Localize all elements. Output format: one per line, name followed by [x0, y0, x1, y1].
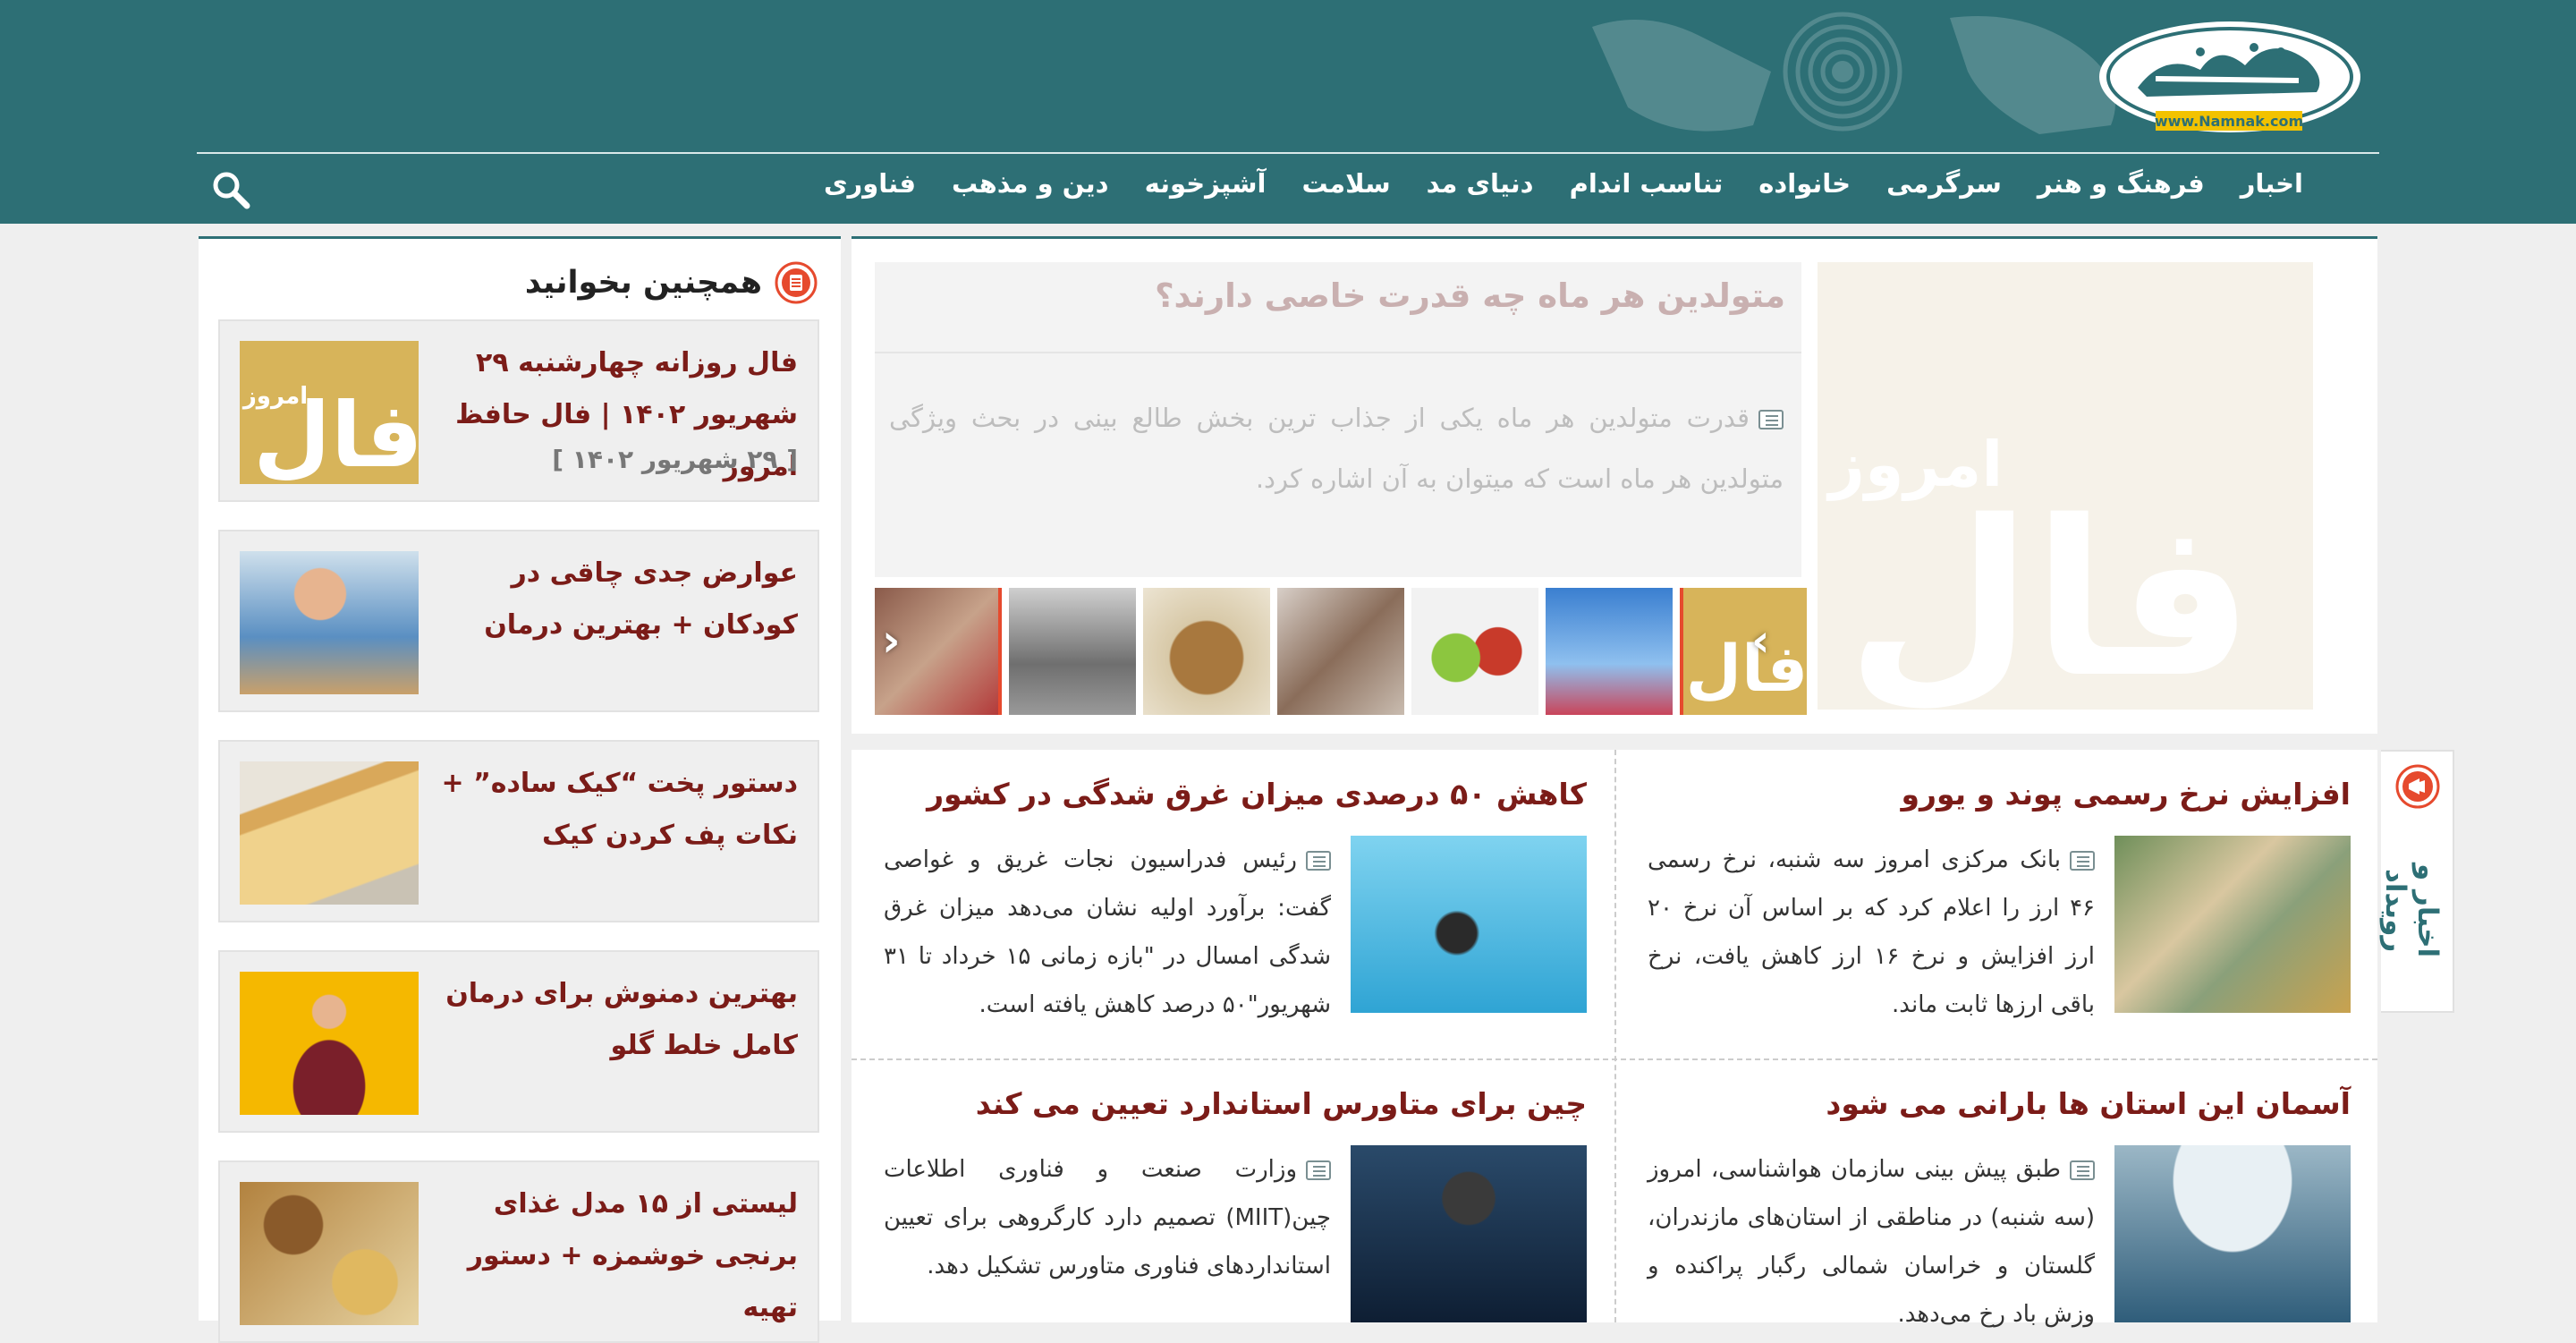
- news-image-banknotes[interactable]: [2114, 836, 2351, 1013]
- svg-text:www.Namnak.com: www.Namnak.com: [2155, 113, 2303, 130]
- news-card: کاهش ۵۰ درصدی میزان غرق شدگی در کشور رئی…: [853, 750, 1587, 1054]
- nav-item-entertainment[interactable]: سرگرمی: [1886, 168, 2002, 199]
- list-icon: [775, 261, 818, 304]
- nav-item-fashion[interactable]: دنیای مد: [1427, 168, 1534, 199]
- news-grid: افزایش نرخ رسمی پوند و یورو بانک مرکزی ا…: [852, 750, 2377, 1328]
- sidebar-item[interactable]: لیستی از ۱۵ مدل غذای برنجی خوشمزه + دستو…: [218, 1160, 819, 1343]
- featured-slider: فال امروز متولدین هر ماه چه قدرت خاصی دا…: [852, 236, 2377, 734]
- news-events-label: اخبار و رویداد: [2379, 863, 2444, 958]
- thumbnail-bread[interactable]: [1143, 588, 1270, 715]
- nav-item-kitchen[interactable]: آشپزخونه: [1145, 168, 1267, 199]
- news-summary: بانک مرکزی امروز سه شنبه، نرخ رسمی ۴۶ ار…: [1648, 836, 2095, 1029]
- sidebar-item-image-fal[interactable]: فال امروز: [240, 341, 419, 484]
- document-icon: [1306, 1160, 1331, 1180]
- slider-next-arrow[interactable]: ›: [1751, 615, 1770, 667]
- news-card: چین برای متاورس استاندارد تعیین می کند و…: [853, 1059, 1587, 1322]
- nav-item-technology[interactable]: فناوری: [824, 168, 916, 199]
- sidebar-item-image-man-throat[interactable]: [240, 972, 419, 1115]
- site-logo[interactable]: www.Namnak.com: [2093, 16, 2367, 141]
- related-sidebar: همچنین بخوانید فال امروز فال روزانه چهار…: [199, 236, 841, 1343]
- news-card: آسمان این استان ها بارانی می شود طبق پیش…: [1617, 1059, 2351, 1328]
- news-card: افزایش نرخ رسمی پوند و یورو بانک مرکزی ا…: [1617, 750, 2351, 1054]
- megaphone-icon: [2395, 764, 2440, 809]
- document-icon: [2070, 1160, 2095, 1180]
- sidebar-item-title[interactable]: عوارض جدی چاقی در کودکان + بهترین درمان: [431, 548, 798, 651]
- sidebar-item[interactable]: فال امروز فال روزانه چهارشنبه ۲۹ شهریور …: [218, 319, 819, 502]
- news-events-tab[interactable]: اخبار و رویداد: [2379, 750, 2454, 1013]
- document-icon: [1306, 850, 1331, 871]
- news-summary: طبق پیش بینی سازمان هواشناسی، امروز (سه …: [1648, 1145, 2095, 1339]
- featured-title[interactable]: متولدین هر ماه چه قدرت خاصی دارند؟: [900, 276, 1785, 315]
- featured-separator: [875, 352, 1801, 353]
- svg-text:امروز: امروز: [242, 383, 308, 410]
- svg-text:امروز: امروز: [1826, 428, 2004, 501]
- news-title[interactable]: آسمان این استان ها بارانی می شود: [1635, 1086, 2351, 1121]
- news-summary-text: بانک مرکزی امروز سه شنبه، نرخ رسمی ۴۶ ار…: [1648, 846, 2095, 1018]
- news-title[interactable]: چین برای متاورس استاندارد تعیین می کند: [871, 1086, 1587, 1121]
- document-icon: [2070, 850, 2095, 871]
- thumbnail-woman-eyes[interactable]: [1277, 588, 1404, 715]
- thumbnail-fal-graphic: فال: [1686, 631, 1807, 706]
- news-image-drowning[interactable]: [1351, 836, 1587, 1013]
- sidebar-header: همچنین بخوانید: [525, 260, 818, 305]
- sidebar-item[interactable]: دستور پخت “کیک ساده” + نکات پف کردن کیک: [218, 740, 819, 922]
- site-header: www.Namnak.com اخبار فرهنگ و هنر سرگرمی …: [0, 0, 2576, 224]
- sidebar-item-title[interactable]: بهترین دمنوش برای درمان کامل خلط گلو: [431, 968, 798, 1072]
- search-icon[interactable]: [209, 168, 252, 211]
- news-summary-text: وزارت صنعت و فناوری اطلاعات چین(MIIT) تص…: [884, 1156, 1331, 1279]
- featured-description: قدرت متولدین هر ماه یکی از جذاب ترین بخش…: [889, 387, 1784, 509]
- news-summary: وزارت صنعت و فناوری اطلاعات چین(MIIT) تص…: [884, 1145, 1331, 1290]
- sidebar-item[interactable]: عوارض جدی چاقی در کودکان + بهترین درمان: [218, 530, 819, 712]
- thumbnail-apples[interactable]: [1411, 588, 1538, 715]
- sidebar-item-title[interactable]: لیستی از ۱۵ مدل غذای برنجی خوشمزه + دستو…: [431, 1178, 798, 1334]
- sidebar-item-date: [ ۲۹ شهریور ۱۴۰۲ ]: [552, 445, 798, 474]
- svg-text:فال: فال: [1846, 474, 2254, 710]
- nav-item-fitness[interactable]: تناسب اندام: [1570, 168, 1724, 199]
- news-image-umbrella[interactable]: [2114, 1145, 2351, 1322]
- document-icon: [1758, 410, 1784, 429]
- thumbnail-happy-woman[interactable]: [1546, 588, 1673, 715]
- thumbnail-old-photo[interactable]: [1009, 588, 1136, 715]
- header-divider: [197, 152, 2379, 154]
- news-title[interactable]: کاهش ۵۰ درصدی میزان غرق شدگی در کشور: [871, 777, 1587, 812]
- featured-image[interactable]: فال امروز: [1818, 262, 2313, 710]
- nav-item-health[interactable]: سلامت: [1301, 168, 1390, 199]
- thumbnail-fal[interactable]: فال: [1680, 588, 1807, 715]
- sidebar-item-image-cake[interactable]: [240, 761, 419, 905]
- news-summary: رئیس فدراسیون نجات غریق و غواصی گفت: برآ…: [884, 836, 1331, 1029]
- news-summary-text: طبق پیش بینی سازمان هواشناسی، امروز (سه …: [1648, 1156, 2095, 1328]
- news-vertical-divider: [1614, 750, 1616, 1322]
- news-summary-text: رئیس فدراسیون نجات غریق و غواصی گفت: برآ…: [884, 846, 1332, 1018]
- slider-thumbnails: فال: [875, 588, 1807, 715]
- globe-decoration: [1592, 12, 2115, 134]
- sidebar-item[interactable]: بهترین دمنوش برای درمان کامل خلط گلو: [218, 950, 819, 1133]
- sidebar-item-image-rice-dishes[interactable]: [240, 1182, 419, 1325]
- sidebar-item-image-child[interactable]: [240, 551, 419, 694]
- nav-item-culture-art[interactable]: فرهنگ و هنر: [2038, 168, 2205, 199]
- sidebar-title: همچنین بخوانید: [524, 265, 762, 301]
- news-title[interactable]: افزایش نرخ رسمی پوند و یورو: [1635, 777, 2351, 812]
- main-nav: اخبار فرهنگ و هنر سرگرمی خانواده تناسب ا…: [824, 168, 2303, 199]
- slider-prev-arrow[interactable]: ‹: [882, 615, 901, 667]
- featured-description-text: قدرت متولدین هر ماه یکی از جذاب ترین بخش…: [889, 403, 1784, 494]
- nav-item-news[interactable]: اخبار: [2241, 168, 2303, 199]
- svg-text:فال: فال: [1686, 631, 1807, 706]
- featured-caption-box: متولدین هر ماه چه قدرت خاصی دارند؟ قدرت …: [875, 262, 1801, 577]
- news-image-vr-headset[interactable]: [1351, 1145, 1587, 1322]
- nav-item-religion[interactable]: دین و مذهب: [952, 168, 1109, 199]
- nav-item-family[interactable]: خانواده: [1758, 168, 1851, 199]
- sidebar-item-title[interactable]: دستور پخت “کیک ساده” + نکات پف کردن کیک: [431, 758, 799, 862]
